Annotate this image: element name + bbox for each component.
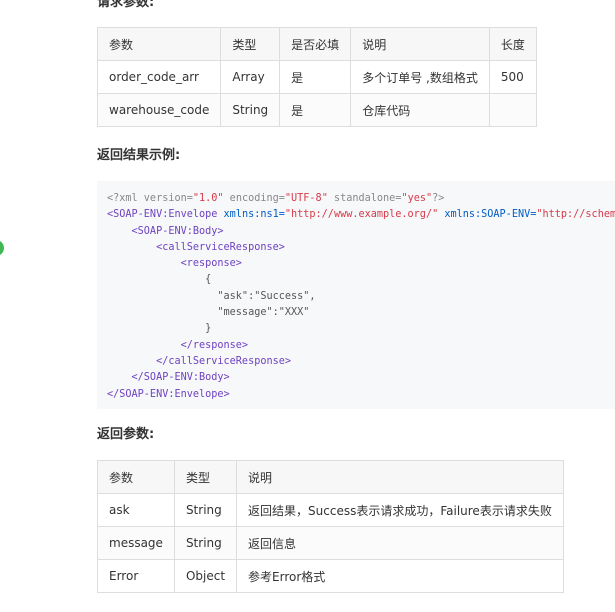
code-token: ?> [432, 193, 445, 204]
code-line: { [107, 274, 212, 286]
column-header: 类型 [173, 460, 238, 494]
table-cell: message [97, 526, 175, 560]
code-line: <response> [107, 258, 242, 270]
table-cell: Error [97, 559, 175, 593]
table-row: order_code_arr Array 是 多个订单号 ,数组格式 500 [96, 60, 537, 94]
table-cell: 返回结果，Success表示请求成功，Failure表示请求失败 [236, 493, 564, 527]
column-header: 参数 [97, 460, 175, 494]
table-row: warehouse_code String 是 仓库代码 [96, 93, 537, 127]
column-header: 类型 [220, 27, 281, 61]
column-header: 长度 [488, 27, 537, 61]
code-line: </response> [107, 339, 249, 351]
table-cell: 500 [488, 60, 537, 94]
table-cell: String [173, 493, 238, 527]
code-token: xmlns:SOAP-ENV= [438, 209, 537, 221]
code-line: "ask":"Success", [107, 290, 316, 302]
table-header-row: 参数 类型 说明 [97, 460, 564, 494]
code-line: </SOAP-ENV:Body> [107, 372, 230, 384]
table-row: ask String 返回结果，Success表示请求成功，Failure表示请… [97, 493, 564, 527]
table-cell: String [220, 93, 281, 127]
table-cell: 多个订单号 ,数组格式 [350, 60, 490, 94]
code-line: </SOAP-ENV:Envelope> [107, 388, 230, 400]
table-cell: warehouse_code [96, 93, 222, 127]
table-cell: Object [173, 559, 238, 593]
table-row: message String 返回信息 [97, 526, 564, 560]
table-cell: 返回信息 [236, 526, 564, 560]
code-token: "1.0" [192, 193, 224, 204]
code-content: <?xml version="1.0" encoding="UTF-8" sta… [97, 181, 615, 409]
table-cell: 是 [279, 60, 352, 94]
code-token: encoding= [223, 193, 285, 204]
code-token: <SOAP-ENV:Envelope [107, 209, 218, 221]
table-cell: ask [97, 493, 175, 527]
code-token: xmlns:ns1= [217, 209, 285, 221]
table-cell [488, 93, 537, 127]
table-row: Error Object 参考Error格式 [97, 559, 564, 593]
table-cell: order_code_arr [96, 60, 222, 94]
code-line: "message":"XXX" [107, 307, 310, 319]
column-header: 是否必填 [279, 27, 352, 61]
column-header: 说明 [236, 460, 564, 494]
request-params-table: 参数 类型 是否必填 说明 长度 order_code_arr Array 是 … [96, 27, 537, 127]
code-line: <SOAP-ENV:Body> [107, 225, 224, 237]
code-line: } [107, 323, 212, 335]
code-line: </callServiceResponse> [107, 355, 292, 367]
table-header-row: 参数 类型 是否必填 说明 长度 [96, 27, 537, 61]
code-token: standalone= [327, 193, 402, 204]
response-example-heading: 返回结果示例: [97, 148, 181, 163]
code-token: <?xml version= [107, 193, 193, 204]
side-indicator [0, 240, 4, 256]
code-token: "http://www.example.org/" [284, 209, 439, 221]
table-cell: String [173, 526, 238, 560]
code-token: "yes" [401, 193, 433, 204]
column-header: 说明 [350, 27, 490, 61]
code-block: <?xml version="1.0" encoding="UTF-8" sta… [97, 181, 615, 409]
table-cell: 仓库代码 [350, 93, 490, 127]
table-cell: 参考Error格式 [236, 559, 564, 593]
request-params-heading: 请求参数: [97, 0, 155, 10]
column-header: 参数 [96, 27, 222, 61]
code-line: <callServiceResponse> [107, 241, 285, 253]
code-token: "http://schem [536, 209, 615, 221]
response-params-table: 参数 类型 说明 ask String 返回结果，Success表示请求成功，F… [97, 460, 564, 593]
code-token: "UTF-8" [284, 193, 328, 204]
table-cell: 是 [279, 93, 352, 127]
table-cell: Array [220, 60, 281, 94]
response-params-heading: 返回参数: [97, 427, 155, 442]
